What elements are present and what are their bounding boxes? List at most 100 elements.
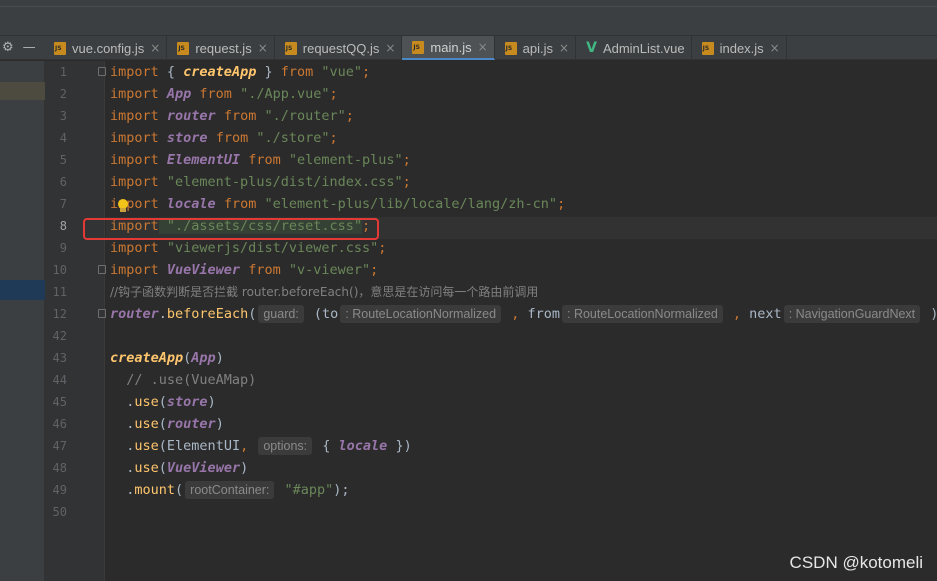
line-number-gutter[interactable]: 1 2 3 4 5 6 7 8 9 10 11 12 42 43 44 45 4…	[45, 61, 106, 581]
line-number: 46	[52, 417, 67, 431]
code-punct: ,	[724, 306, 742, 322]
code-line-10: import VueViewer from "v-viewer";	[110, 259, 378, 281]
gear-icon[interactable]: ⚙	[2, 40, 14, 55]
code-function: mount	[134, 482, 176, 498]
tab-request-js[interactable]: request.js ×	[167, 36, 275, 60]
code-line-43: createApp(App)	[110, 347, 224, 369]
close-icon[interactable]: ×	[559, 41, 569, 55]
code-punct: ;	[557, 196, 566, 212]
code-keyword: from	[199, 86, 232, 102]
tab-index-js[interactable]: index.js ×	[692, 36, 787, 60]
code-identifier: App	[158, 86, 200, 102]
code-keyword: from	[248, 152, 281, 168]
code-line-1: import { createApp } from "vue";	[110, 61, 370, 83]
code-identifier: ElementUI	[166, 438, 241, 454]
code-identifier: locale	[338, 438, 388, 454]
code-identifier: locale	[158, 196, 224, 212]
tab-requestqq-js[interactable]: requestQQ.js ×	[275, 36, 403, 60]
line-number: 44	[52, 373, 67, 387]
title-bar	[0, 0, 937, 36]
close-icon[interactable]: ×	[150, 41, 160, 55]
annotation-highlight-box	[83, 218, 379, 240]
line-number: 4	[59, 131, 67, 145]
vue-file-icon: V	[586, 40, 597, 56]
code-identifier: router	[166, 416, 216, 432]
code-comment: // .use(VueAMap)	[110, 372, 257, 388]
code-function: use	[134, 438, 159, 454]
code-text: (	[175, 482, 184, 498]
code-keyword: import	[110, 152, 159, 168]
fold-marker-icon[interactable]	[98, 309, 106, 318]
close-icon[interactable]: ×	[385, 41, 395, 55]
watermark: CSDN @kotomeli	[789, 553, 923, 572]
tab-main-js[interactable]: main.js ×	[402, 36, 495, 60]
code-line-44: // .use(VueAMap)	[110, 369, 256, 391]
tab-label: main.js	[430, 39, 472, 55]
code-string: "./router"	[256, 108, 346, 124]
code-text: (	[248, 306, 257, 322]
code-keyword: import	[110, 174, 159, 190]
fold-marker-icon[interactable]	[98, 67, 106, 76]
line-number: 3	[59, 109, 67, 123]
js-file-icon	[284, 41, 297, 55]
code-function: beforeEach	[166, 306, 249, 322]
close-icon[interactable]: ×	[478, 40, 488, 54]
code-line-2: import App from "./App.vue";	[110, 83, 338, 105]
code-text: )	[215, 416, 224, 432]
js-file-icon	[701, 41, 714, 55]
line-number: 9	[59, 241, 67, 255]
code-punct: ;	[370, 262, 379, 278]
line-number: 1	[59, 65, 67, 79]
tab-api-js[interactable]: api.js ×	[495, 36, 577, 60]
code-string: "./App.vue"	[231, 86, 330, 102]
code-text: }	[256, 64, 281, 80]
code-text: next	[741, 306, 782, 322]
fold-marker-icon[interactable]	[98, 265, 106, 274]
code-editor[interactable]: import { createApp } from "vue"; import …	[106, 61, 937, 581]
tool-window-controls: ⚙ —	[0, 36, 44, 59]
lightbulb-icon[interactable]	[117, 199, 129, 213]
code-string: "viewerjs/dist/viewer.css"	[158, 240, 379, 256]
project-tree-row[interactable]	[0, 82, 45, 100]
line-number: 50	[52, 505, 67, 519]
code-keyword: from	[280, 64, 314, 80]
type-hint: : RouteLocationNormalized	[340, 305, 502, 323]
divider	[0, 6, 937, 7]
project-panel[interactable]	[0, 61, 45, 581]
code-text: .	[110, 460, 135, 476]
code-text: {	[158, 64, 184, 80]
code-line-11: //钩子函数判断是否拦截 router.beforeEach()，意思是在访问每…	[110, 281, 538, 303]
code-text: (	[158, 416, 167, 432]
line-number: 11	[52, 285, 67, 299]
line-number: 45	[52, 395, 67, 409]
tab-label: request.js	[195, 40, 252, 56]
close-icon[interactable]: ×	[770, 41, 780, 55]
code-line-49: .mount(rootContainer: "#app");	[110, 479, 350, 501]
line-number: 42	[52, 329, 67, 343]
code-line-6: import "element-plus/dist/index.css";	[110, 171, 411, 193]
code-punct: ,	[503, 306, 520, 322]
code-text: .	[110, 416, 135, 432]
parameter-hint: options:	[258, 437, 313, 455]
code-punct: ;	[362, 64, 371, 80]
code-function: use	[134, 394, 159, 410]
tab-adminlist-vue[interactable]: V AdminList.vue	[576, 36, 692, 60]
line-number: 47	[52, 439, 67, 453]
code-keyword: import	[110, 262, 159, 278]
minimize-icon[interactable]: —	[23, 40, 36, 55]
code-string: "#app"	[276, 482, 334, 498]
project-tree-row-selected[interactable]	[0, 280, 45, 300]
code-text: (	[158, 460, 167, 476]
close-icon[interactable]: ×	[258, 41, 268, 55]
code-line-3: import router from "./router";	[110, 105, 354, 127]
code-keyword: import	[110, 108, 159, 124]
code-text: .	[110, 482, 135, 498]
code-keyword: import	[110, 240, 159, 256]
code-line-47: .use(ElementUI, options: { locale })	[110, 435, 412, 457]
parameter-hint: rootContainer:	[185, 481, 275, 499]
code-text: .	[110, 438, 135, 454]
tab-vue-config-js[interactable]: vue.config.js ×	[44, 36, 168, 60]
line-number: 48	[52, 461, 67, 475]
code-text: from	[519, 306, 560, 322]
code-text: )	[240, 460, 249, 476]
